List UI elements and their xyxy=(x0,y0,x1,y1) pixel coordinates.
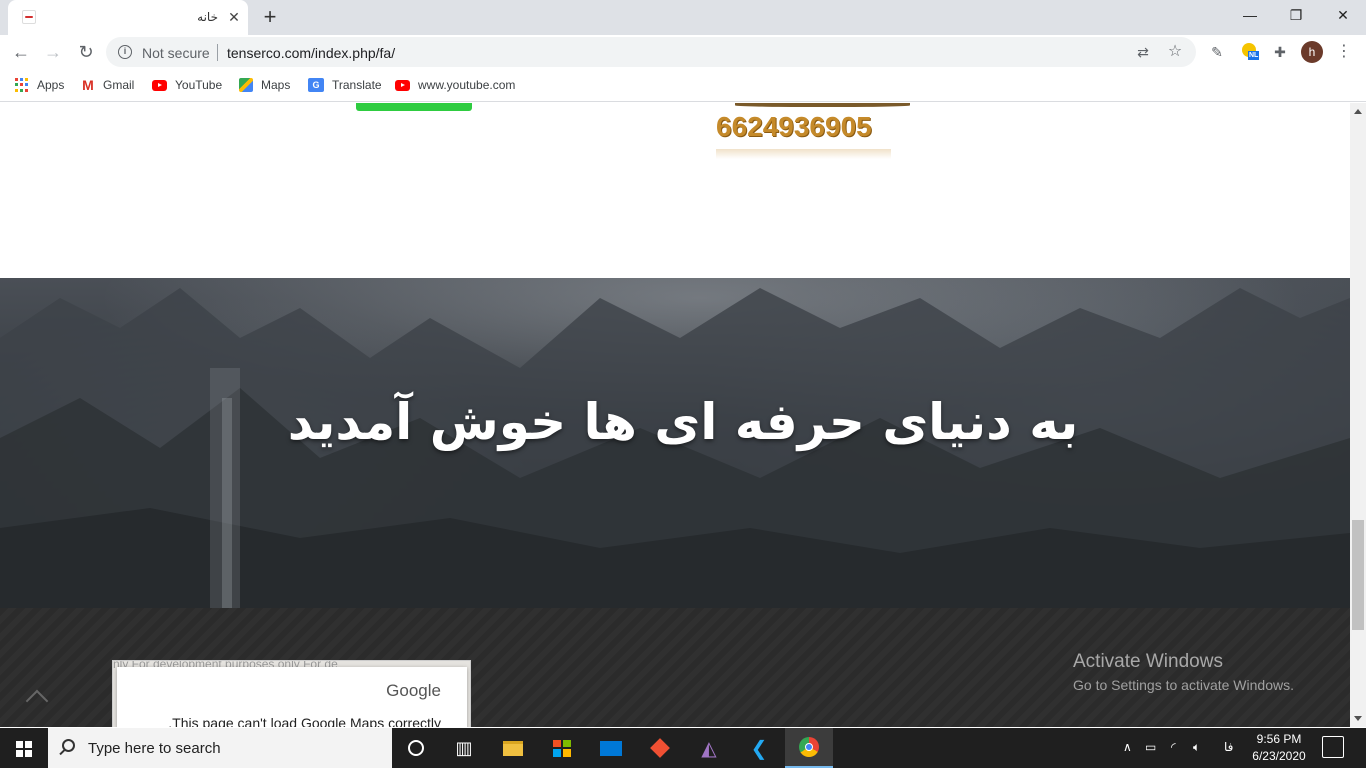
tab-close-icon[interactable]: ✕ xyxy=(226,9,242,25)
url-separator xyxy=(217,44,218,61)
bookmark-label: YouTube xyxy=(175,78,223,92)
google-map-embed[interactable]: nly For development purposes only For de… xyxy=(112,660,471,727)
windows-logo-icon xyxy=(16,741,32,757)
store-icon[interactable] xyxy=(538,728,586,768)
windows-taskbar: Type here to search ▥ ◭ ❮ ∧ ▭ ◜ 🔈︎ فا 9:… xyxy=(0,728,1366,768)
extension-nl-icon[interactable]: NL xyxy=(1238,41,1260,63)
minimize-button[interactable]: — xyxy=(1227,0,1273,30)
logo-decoration xyxy=(735,103,910,107)
restore-button[interactable]: ❐ xyxy=(1273,0,1319,30)
extensions-puzzle-icon[interactable]: ✚ xyxy=(1269,41,1291,63)
bookmark-translate[interactable]: G Translate xyxy=(308,77,382,93)
wifi-icon[interactable]: ◜ xyxy=(1171,740,1176,754)
new-tab-button[interactable]: + xyxy=(260,6,280,28)
page-scrollbar[interactable] xyxy=(1350,103,1366,727)
phone-number: 6624936905 xyxy=(716,111,872,142)
extension-pen-icon[interactable]: ✎ xyxy=(1206,41,1228,63)
scrollbar-thumb[interactable] xyxy=(1352,520,1364,630)
volume-icon[interactable]: 🔈︎ xyxy=(1193,740,1200,755)
security-status[interactable]: Not secure xyxy=(142,45,210,61)
search-placeholder: Type here to search xyxy=(88,740,221,757)
battery-icon[interactable]: ▭ xyxy=(1145,740,1156,754)
activate-windows-watermark: Activate Windows Go to Settings to activ… xyxy=(1073,651,1294,693)
hero-title: به دنیای حرفه ای ها خوش آمدید xyxy=(287,393,1079,451)
gmail-icon: M xyxy=(82,77,94,93)
input-language[interactable]: فا xyxy=(1224,740,1233,754)
bookmark-apps[interactable]: Apps xyxy=(15,77,64,93)
translate-icon: G xyxy=(308,78,324,92)
bookmark-youtube[interactable]: YouTube xyxy=(152,77,222,93)
scroll-down-icon[interactable] xyxy=(1354,716,1362,721)
back-button[interactable]: ← xyxy=(8,39,34,65)
chrome-menu-icon[interactable]: ⋮ xyxy=(1333,41,1355,63)
scroll-to-top-icon[interactable] xyxy=(24,685,48,709)
bookmark-star-icon[interactable]: ☆ xyxy=(1166,43,1184,61)
bookmarks-bar: Apps M Gmail YouTube Maps G Translate ww… xyxy=(0,69,1366,102)
tab-title: خانه xyxy=(197,10,218,24)
clock-date: 6/23/2020 xyxy=(1252,749,1306,763)
phone-reflection xyxy=(716,149,891,159)
search-icon xyxy=(62,739,75,752)
system-clock[interactable]: 9:56 PM 6/23/2020 xyxy=(1240,731,1318,765)
notifications-icon[interactable] xyxy=(1322,736,1344,758)
browser-toolbar: ← → ↻ i Not secure tenserco.com/index.ph… xyxy=(0,35,1366,69)
hero-banner: به دنیای حرفه ای ها خوش آمدید xyxy=(0,278,1350,608)
taskbar-search[interactable]: Type here to search xyxy=(48,728,392,768)
start-button[interactable] xyxy=(0,728,48,768)
bookmark-label: Apps xyxy=(37,78,65,92)
profile-avatar[interactable]: h xyxy=(1301,41,1323,63)
forward-button[interactable]: → xyxy=(40,39,66,65)
close-window-button[interactable]: ✕ xyxy=(1320,0,1366,30)
web-page: 6624936905 به دنیای حرفه ای ها خوش آمدید… xyxy=(0,103,1350,727)
activate-title: Activate Windows xyxy=(1073,651,1223,672)
reload-button[interactable]: ↻ xyxy=(73,39,99,65)
browser-tab[interactable]: خانه ✕ xyxy=(8,0,248,35)
scroll-up-icon[interactable] xyxy=(1354,109,1362,114)
clock-time: 9:56 PM xyxy=(1256,732,1302,746)
bookmark-label: Gmail xyxy=(103,78,135,92)
mail-icon[interactable] xyxy=(587,728,635,768)
address-bar[interactable]: i Not secure tenserco.com/index.php/fa/ … xyxy=(106,37,1196,67)
task-view-icon[interactable]: ▥ xyxy=(440,728,488,768)
google-logo: Google xyxy=(386,681,441,700)
git-icon[interactable] xyxy=(636,728,684,768)
bookmark-label: www.youtube.com xyxy=(418,78,516,92)
vscode-icon[interactable]: ❮ xyxy=(735,728,783,768)
bookmark-maps[interactable]: Maps xyxy=(239,77,290,93)
tab-strip: خانه ✕ + — ❐ ✕ xyxy=(0,0,1366,35)
bookmark-label: Maps xyxy=(261,78,291,92)
cortana-icon[interactable] xyxy=(392,728,440,768)
translate-page-icon[interactable]: ⇄ xyxy=(1134,43,1152,61)
tray-chevron-icon[interactable]: ∧ xyxy=(1123,740,1132,754)
map-error-message: .This page can't load Google Maps correc… xyxy=(168,715,441,727)
info-icon[interactable]: i xyxy=(118,45,132,59)
bookmark-label: Translate xyxy=(332,78,382,92)
bookmark-youtube-com[interactable]: www.youtube.com xyxy=(395,77,515,93)
activate-subtitle: Go to Settings to activate Windows. xyxy=(1073,677,1294,693)
green-button[interactable] xyxy=(356,103,472,111)
url-text[interactable]: tenserco.com/index.php/fa/ xyxy=(227,45,395,61)
chrome-taskbar-icon[interactable] xyxy=(785,728,833,768)
site-favicon-icon xyxy=(22,10,36,24)
map-error-dialog: Google .This page can't load Google Maps… xyxy=(117,667,467,727)
apps-grid-icon xyxy=(15,78,29,92)
visual-studio-icon[interactable]: ◭ xyxy=(685,728,733,768)
youtube-icon xyxy=(152,79,167,91)
maps-icon xyxy=(239,78,253,92)
extension-badge: NL xyxy=(1248,51,1260,60)
file-explorer-icon[interactable] xyxy=(489,728,537,768)
youtube-icon xyxy=(395,79,410,91)
bookmark-gmail[interactable]: M Gmail xyxy=(81,77,134,93)
